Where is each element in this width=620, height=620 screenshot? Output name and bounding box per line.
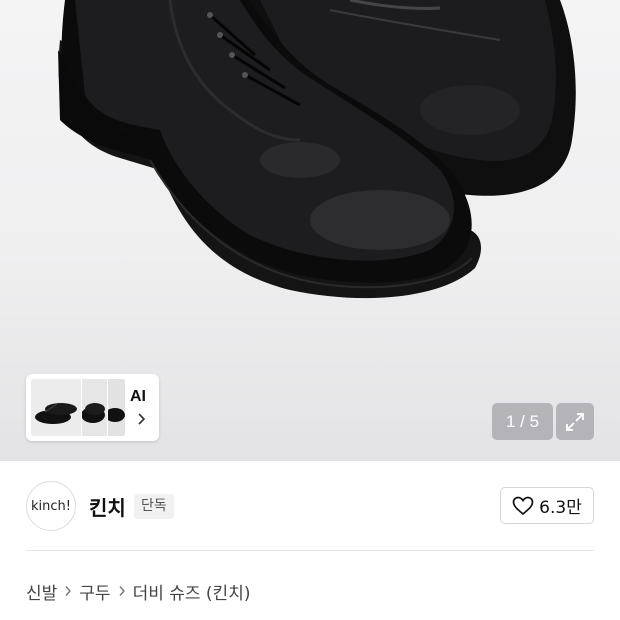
- expand-icon: [566, 412, 584, 431]
- like-button[interactable]: 6.3만: [500, 487, 594, 524]
- exclusive-badge: 단독: [134, 494, 174, 519]
- brand-name[interactable]: 킨치: [89, 492, 126, 521]
- heart-icon: [512, 496, 534, 515]
- ai-label: AI: [130, 388, 146, 405]
- thumbnail-stack: [30, 378, 126, 437]
- brand-logo-text: kinch!: [31, 498, 71, 514]
- thumbnail-card[interactable]: AI: [26, 374, 159, 441]
- chevron-right-icon: [111, 584, 133, 598]
- breadcrumb-item[interactable]: 더비 슈즈 (킨치): [133, 579, 251, 604]
- breadcrumb-item[interactable]: 구두: [79, 579, 110, 604]
- chevron-right-icon: [57, 584, 79, 598]
- breadcrumb: 신발 구두 더비 슈즈 (킨치): [26, 578, 250, 604]
- like-count: 6.3만: [539, 498, 582, 518]
- breadcrumb-item[interactable]: 신발: [26, 579, 57, 604]
- divider: [26, 550, 594, 551]
- chevron-right-icon: [138, 413, 146, 425]
- brand-logo[interactable]: kinch!: [26, 481, 76, 531]
- image-counter: 1 / 5: [492, 403, 553, 440]
- expand-button[interactable]: [556, 403, 594, 440]
- thumbnail-image: [30, 378, 82, 437]
- brand-row: kinch! 킨치 단독 6.3만: [0, 461, 620, 551]
